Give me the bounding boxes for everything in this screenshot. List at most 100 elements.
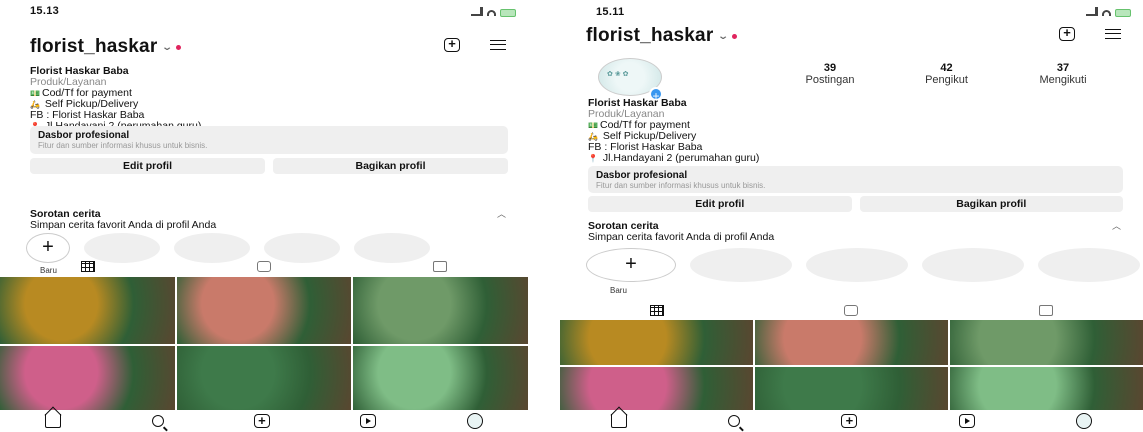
- bottom-nav: +: [0, 410, 528, 432]
- reels-icon[interactable]: [958, 414, 975, 428]
- highlights-subtitle: Simpan cerita favorit Anda di profil And…: [588, 231, 775, 243]
- chevron-up-icon[interactable]: ︿: [497, 209, 506, 220]
- edit-profile-button[interactable]: Edit profil: [30, 158, 265, 174]
- post-thumbnail[interactable]: [353, 277, 528, 344]
- chevron-up-icon[interactable]: ︿: [1112, 221, 1121, 232]
- add-post-icon[interactable]: +: [841, 414, 858, 428]
- username-switcher[interactable]: florist_haskar ⌄: [30, 36, 182, 58]
- dashboard-title: Dasbor profesional: [38, 130, 130, 141]
- wifi-icon: [1102, 10, 1111, 16]
- professional-dashboard[interactable]: Dasbor profesional Fitur dan sumber info…: [588, 166, 1123, 193]
- reels-icon[interactable]: [360, 414, 377, 428]
- wifi-icon: [487, 10, 496, 16]
- profile-header: florist_haskar ⌄ +: [30, 36, 514, 62]
- story-highlights: Sorotan cerita Simpan cerita favorit And…: [588, 221, 1129, 243]
- posts-count[interactable]: 39 Postingan: [780, 62, 880, 86]
- post-thumbnail[interactable]: [950, 320, 1143, 365]
- home-icon[interactable]: [610, 414, 627, 428]
- following-count[interactable]: 37 Mengikuti: [1013, 62, 1113, 86]
- add-post-icon[interactable]: +: [253, 414, 270, 428]
- dashboard-subtitle: Fitur dan sumber informasi khusus untuk …: [38, 141, 208, 150]
- dashboard-title: Dasbor profesional: [596, 170, 688, 181]
- cash-icon: 💵: [588, 121, 598, 130]
- profile-header: florist_haskar ⌄ +: [586, 25, 1129, 51]
- search-icon[interactable]: [151, 415, 164, 427]
- followers-count[interactable]: 42 Pengikut: [897, 62, 997, 86]
- post-thumbnail[interactable]: [176, 277, 352, 344]
- photo-grid: [560, 320, 1143, 412]
- bottom-nav: +: [560, 410, 1143, 432]
- new-highlight-button[interactable]: +: [586, 248, 676, 282]
- search-icon[interactable]: [728, 415, 741, 427]
- chevron-down-icon: ⌄: [161, 41, 174, 53]
- reels-tab-icon[interactable]: [257, 260, 271, 272]
- avatar[interactable]: ✿ ❀ ✿ +: [598, 58, 663, 103]
- post-thumbnail[interactable]: [755, 320, 948, 365]
- post-thumbnail[interactable]: [560, 320, 753, 365]
- battery-icon: [1115, 9, 1131, 17]
- tagged-icon[interactable]: [1038, 304, 1053, 316]
- add-post-icon[interactable]: +: [1059, 26, 1075, 41]
- home-icon[interactable]: [45, 414, 62, 428]
- profile-tabs: [560, 302, 1143, 318]
- highlights-subtitle: Simpan cerita favorit Anda di profil And…: [30, 219, 217, 231]
- tagged-icon[interactable]: [433, 260, 447, 272]
- story-highlights: Sorotan cerita Simpan cerita favorit And…: [30, 209, 514, 231]
- post-thumbnail[interactable]: [560, 367, 753, 412]
- highlight-placeholder: [1038, 248, 1140, 282]
- username: florist_haskar: [586, 25, 714, 46]
- grid-icon[interactable]: [81, 260, 95, 272]
- avatar-logo: ✿ ❀ ✿: [607, 71, 629, 78]
- post-thumbnail[interactable]: [176, 345, 352, 412]
- dashboard-subtitle: Fitur dan sumber informasi khusus untuk …: [596, 181, 766, 190]
- bio-line: 📍 Jl.Handayani 2 (perumahan guru): [588, 152, 760, 164]
- chevron-down-icon: ⌄: [717, 30, 730, 42]
- new-highlight-label: Baru: [610, 286, 627, 295]
- cash-icon: 💵: [30, 89, 40, 98]
- notification-dot: [732, 33, 738, 39]
- header-actions: +: [1059, 26, 1121, 41]
- plus-icon: +: [625, 253, 637, 276]
- notification-dot: [176, 44, 182, 50]
- profile-screen-1: 15.13 florist_haskar ⌄ + Florist Haskar …: [0, 0, 528, 432]
- signal-icon: [1086, 7, 1098, 16]
- username-switcher[interactable]: florist_haskar ⌄: [586, 25, 738, 47]
- pin-icon: 📍: [588, 154, 598, 163]
- post-thumbnail[interactable]: [0, 277, 175, 344]
- edit-profile-button[interactable]: Edit profil: [588, 196, 852, 212]
- profile-stats: 39 Postingan 42 Pengikut 37 Mengikuti: [780, 62, 1113, 86]
- profile-screen-2: 15.11 florist_haskar ⌄ + ✿ ❀ ✿ + 39 Post…: [560, 0, 1143, 432]
- add-post-icon[interactable]: +: [444, 37, 460, 52]
- header-actions: +: [444, 37, 506, 52]
- signal-icon: [471, 7, 483, 16]
- post-thumbnail[interactable]: [353, 345, 528, 412]
- highlight-placeholder: [922, 248, 1024, 282]
- status-bar: 15.11: [560, 0, 1143, 26]
- battery-icon: [500, 9, 516, 17]
- plus-icon: +: [42, 236, 54, 259]
- highlight-placeholder: [806, 248, 908, 282]
- profile-icon[interactable]: [466, 413, 483, 429]
- grid-icon[interactable]: [650, 304, 665, 316]
- system-icons: [471, 7, 516, 17]
- highlight-circles: +: [586, 248, 1140, 282]
- status-time: 15.13: [30, 5, 60, 17]
- post-thumbnail[interactable]: [755, 367, 948, 412]
- username: florist_haskar: [30, 36, 158, 57]
- menu-icon[interactable]: [1105, 29, 1121, 39]
- profile-bio: Florist Haskar Baba Produk/Layanan 💵 Cod/…: [588, 98, 759, 164]
- post-thumbnail[interactable]: [0, 345, 175, 412]
- profile-bio: Florist Haskar Baba Produk/Layanan 💵 Cod/…: [30, 66, 201, 132]
- menu-icon[interactable]: [490, 40, 506, 50]
- profile-tabs: [0, 258, 528, 274]
- share-profile-button[interactable]: Bagikan profil: [273, 158, 508, 174]
- status-bar: 15.13: [0, 0, 528, 26]
- reels-tab-icon[interactable]: [844, 304, 859, 316]
- share-profile-button[interactable]: Bagikan profil: [859, 196, 1123, 212]
- post-thumbnail[interactable]: [950, 367, 1143, 412]
- system-icons: [1086, 7, 1131, 17]
- professional-dashboard[interactable]: Dasbor profesional Fitur dan sumber info…: [30, 126, 508, 154]
- photo-grid: [0, 277, 528, 412]
- profile-icon[interactable]: [1076, 413, 1093, 429]
- profile-buttons: Edit profil Bagikan profil: [30, 158, 508, 174]
